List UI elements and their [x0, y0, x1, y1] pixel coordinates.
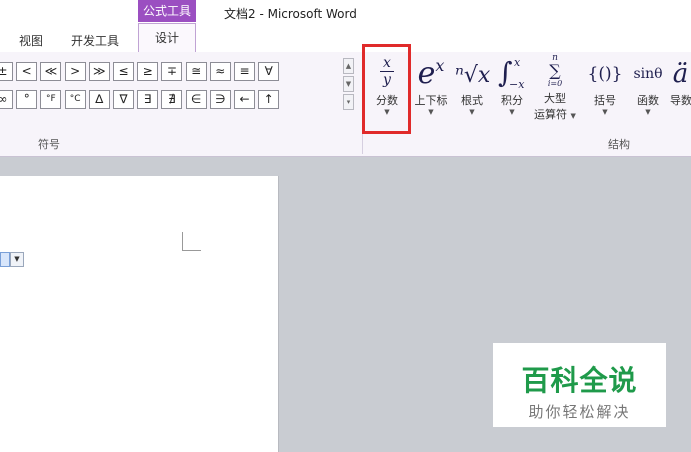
watermark-subtitle: 助你轻松解决	[528, 403, 631, 421]
equation-tools-header: 公式工具	[138, 0, 196, 22]
chevron-down-icon: ▼	[602, 108, 608, 116]
symbol-button[interactable]: ≥	[137, 62, 159, 81]
symbol-button[interactable]: ∇	[113, 90, 134, 109]
watermark-logo: 百科全说 助你轻松解决	[493, 343, 666, 427]
large-operator-icon: n ∑ i=0	[547, 53, 563, 89]
chevron-down-icon: ▼	[14, 255, 20, 263]
symbol-button[interactable]: ∓	[161, 62, 183, 81]
chevron-down-icon: ▼	[509, 108, 515, 116]
script-icon: ex	[417, 56, 445, 91]
accent-icon: ä	[672, 59, 689, 89]
tab-view[interactable]: 视图	[19, 32, 43, 49]
symbol-button[interactable]: ↑	[258, 90, 280, 109]
margin-corner-mark	[182, 232, 201, 251]
tab-design[interactable]: 设计	[138, 23, 196, 52]
symbol-button[interactable]: >	[64, 62, 86, 81]
fraction-highlight-box	[362, 44, 411, 134]
gallery-scroll-up-icon[interactable]: ▲	[343, 58, 354, 74]
chevron-down-icon: ▼	[570, 112, 576, 120]
symbol-button[interactable]: ∈	[185, 90, 207, 109]
accent-label: 导数	[670, 94, 691, 107]
bracket-label: 括号	[594, 94, 616, 107]
symbol-button[interactable]: ≫	[88, 62, 110, 81]
symbol-button[interactable]: ≡	[234, 62, 255, 81]
large-operator-label2: 运算符 ▼	[534, 108, 576, 121]
symbol-button[interactable]: ∆	[88, 90, 110, 109]
function-label: 函数	[637, 94, 659, 107]
symbol-button[interactable]: ∀	[258, 62, 280, 81]
integral-icon: ∫ x −x	[498, 56, 525, 91]
document-page[interactable]	[0, 176, 279, 452]
symbol-button[interactable]: <	[16, 62, 38, 81]
radical-label: 根式	[461, 94, 483, 107]
script-button[interactable]: ex 上下标 ▼	[410, 52, 452, 152]
gallery-scroll-down-icon[interactable]: ▼	[343, 76, 354, 92]
watermark-title: 百科全说	[521, 364, 638, 397]
symbol-button[interactable]: ≈	[209, 62, 231, 81]
radical-button[interactable]: ⁿ√x 根式 ▼	[455, 52, 491, 152]
bracket-icon: {()}	[587, 64, 623, 84]
equation-placeholder[interactable]	[0, 252, 10, 267]
symbol-button[interactable]: ∞	[0, 90, 13, 109]
chevron-down-icon: ▼	[469, 108, 475, 116]
radical-icon: ⁿ√x	[455, 63, 491, 88]
accent-button[interactable]: ä 导数	[670, 52, 691, 152]
function-icon: sinθ	[633, 66, 663, 82]
symbol-button[interactable]: ≪	[40, 62, 62, 81]
symbol-button[interactable]: ±	[0, 62, 13, 81]
function-button[interactable]: sinθ 函数 ▼	[628, 52, 668, 152]
gallery-more-icon[interactable]: ▾	[343, 94, 354, 110]
equation-options-dropdown[interactable]: ▼	[10, 252, 24, 267]
symbol-button[interactable]: ≤	[113, 62, 134, 81]
title-bar: 公式工具 文档2 - Microsoft Word	[0, 0, 691, 28]
chevron-down-icon: ▼	[428, 108, 434, 116]
ribbon-tab-row: 视图 开发工具	[0, 28, 691, 53]
window-title: 文档2 - Microsoft Word	[224, 7, 357, 21]
large-operator-button[interactable]: n ∑ i=0 大型 运算符 ▼	[533, 52, 577, 152]
symbols-group-label: 符号	[38, 138, 60, 151]
integral-label: 积分	[501, 94, 523, 107]
symbol-button[interactable]: ∃	[137, 90, 159, 109]
symbol-button[interactable]: °C	[64, 90, 86, 109]
tab-developer[interactable]: 开发工具	[71, 32, 119, 49]
symbol-button[interactable]: ←	[234, 90, 255, 109]
structures-group-label: 结构	[608, 138, 630, 151]
symbol-button[interactable]: °	[16, 90, 38, 109]
symbol-button[interactable]: °F	[40, 90, 62, 109]
chevron-down-icon: ▼	[645, 108, 651, 116]
large-operator-label: 大型	[544, 92, 566, 105]
ribbon: ± < ≪ > ≫ ≤ ≥ ∓ ≅ ≈ ≡ ∀ ∞ ° °F °C ∆ ∇ ∃ ∄ ∈ ∋ ← ↑ ▲ ▼ ▾ 符号 x y …	[0, 52, 691, 157]
symbol-button[interactable]: ∄	[161, 90, 183, 109]
script-label: 上下标	[414, 94, 448, 107]
symbol-button[interactable]: ∋	[209, 90, 231, 109]
integral-button[interactable]: ∫ x −x 积分 ▼	[494, 52, 530, 152]
symbol-button[interactable]: ≅	[185, 62, 207, 81]
